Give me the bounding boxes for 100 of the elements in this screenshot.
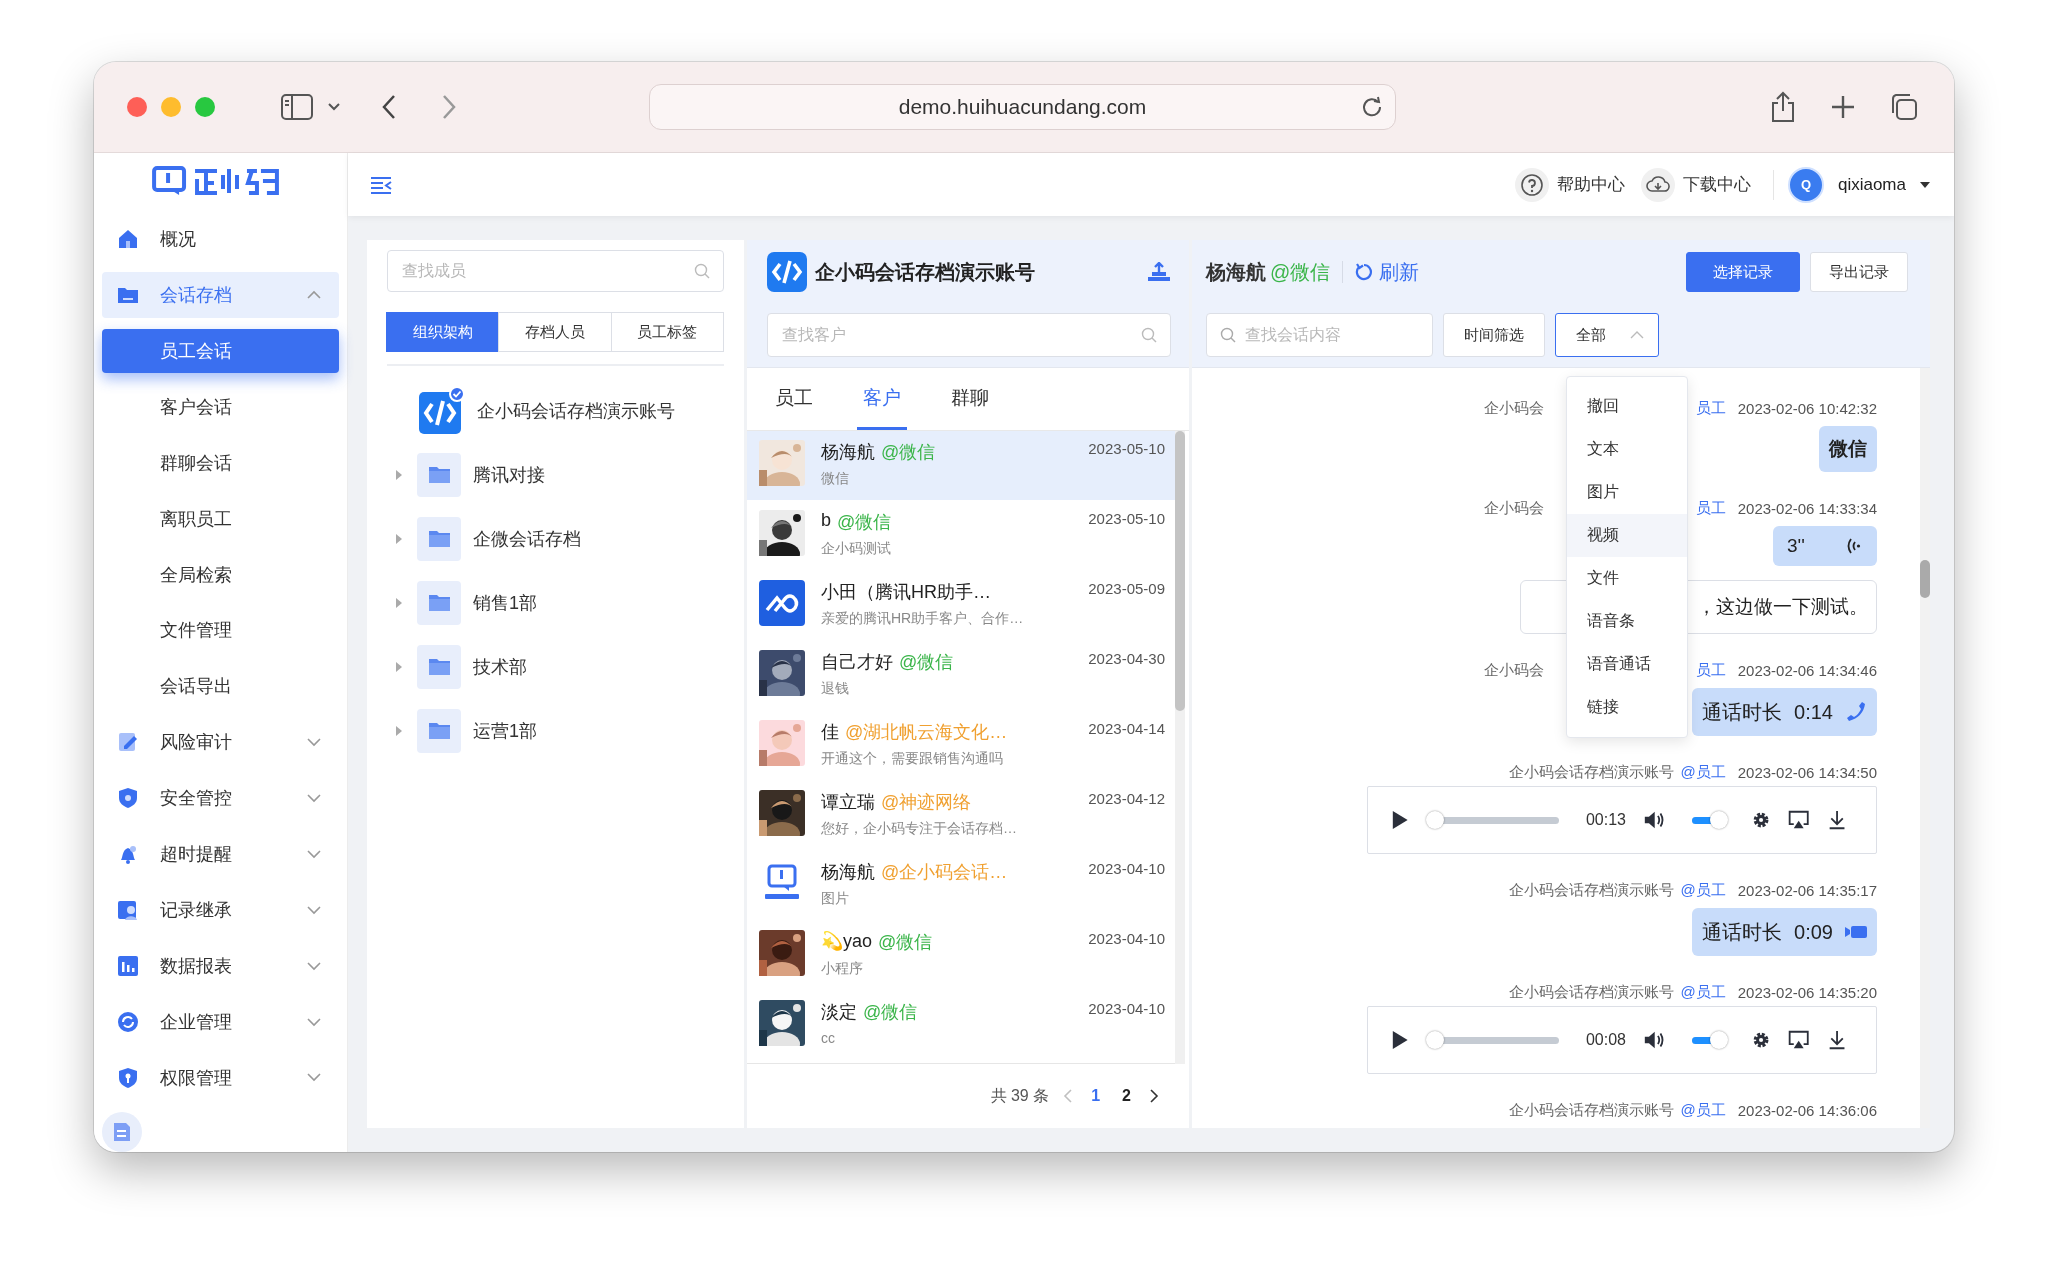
- tree-item[interactable]: 企小码会话存档演示账号: [477, 399, 675, 423]
- tree-item[interactable]: 销售1部: [473, 591, 537, 615]
- conversation-date: 2023-05-10: [1088, 440, 1165, 457]
- dropdown-option[interactable]: 链接: [1567, 686, 1687, 729]
- caret-right-icon[interactable]: [395, 598, 403, 608]
- dropdown-option[interactable]: 撤回: [1567, 385, 1687, 428]
- conversation-item[interactable]: 佳 @湖北帆云海文化… 开通这个，需要跟销售沟通吗 2023-04-14: [747, 711, 1175, 780]
- download-icon[interactable]: [1827, 808, 1846, 832]
- sidebar-item[interactable]: 数据报表: [102, 943, 339, 990]
- close-window-button[interactable]: [127, 97, 147, 117]
- volume-icon[interactable]: [1644, 1029, 1666, 1051]
- help-icon[interactable]: [1514, 167, 1549, 202]
- app-logo-icon: [759, 580, 805, 626]
- segment-tab[interactable]: 组织架构: [386, 312, 500, 352]
- caret-right-icon[interactable]: [395, 726, 403, 736]
- segment-tab[interactable]: 员工标签: [610, 312, 724, 352]
- customer-search-field[interactable]: 查找客户: [767, 313, 1171, 357]
- tab[interactable]: 员工: [769, 368, 819, 430]
- back-icon[interactable]: [381, 94, 397, 120]
- sidebar-subitem[interactable]: 文件管理: [102, 608, 339, 653]
- tree-item[interactable]: 运营1部: [473, 719, 537, 743]
- type-select[interactable]: 全部: [1555, 313, 1659, 357]
- dropdown-option[interactable]: 视频: [1567, 514, 1687, 557]
- message-preview: 亲爱的腾讯HR助手客户、合作…: [821, 610, 1025, 628]
- sidebar-item[interactable]: 会话存档: [102, 271, 339, 318]
- conversation-item[interactable]: 杨海航 @微信 微信 2023-05-10: [747, 431, 1175, 500]
- sidebar-subitem[interactable]: 员工会话: [102, 328, 339, 373]
- refresh-button[interactable]: 刷新: [1355, 258, 1420, 286]
- export-records-button[interactable]: 导出记录: [1810, 252, 1908, 292]
- upload-icon[interactable]: [1147, 262, 1171, 282]
- source-tag: @微信: [837, 510, 892, 534]
- message-bubble: 微信: [1819, 426, 1877, 472]
- sidebar-item[interactable]: 概况: [102, 215, 339, 262]
- dropdown-option[interactable]: 语音通话: [1567, 643, 1687, 686]
- member-search-field[interactable]: 查找成员: [387, 250, 724, 292]
- conversation-item[interactable]: 谭立瑞 @神迹网络 您好，企小码专注于会话存档… 2023-04-12: [747, 781, 1175, 850]
- page-number[interactable]: 1: [1087, 1087, 1105, 1105]
- document-icon[interactable]: [102, 1111, 142, 1152]
- caret-right-icon[interactable]: [395, 662, 403, 672]
- sidebar-item[interactable]: 超时提醒: [102, 831, 339, 878]
- play-icon[interactable]: [1392, 1028, 1409, 1052]
- tab[interactable]: 群聊: [945, 368, 995, 430]
- bar-chart-icon: [116, 954, 140, 979]
- download-center-link[interactable]: 下载中心: [1682, 173, 1751, 196]
- sidebar-subitem[interactable]: 会话导出: [102, 664, 339, 709]
- dropdown-option[interactable]: 图片: [1567, 471, 1687, 514]
- next-page-icon[interactable]: [1149, 1089, 1159, 1103]
- chat-search-field[interactable]: 查找会话内容: [1206, 313, 1433, 357]
- scrollbar[interactable]: [1175, 431, 1185, 711]
- sidebar-item[interactable]: 权限管理: [102, 1055, 339, 1101]
- sidebar-item[interactable]: 企业管理: [102, 999, 339, 1045]
- contact-name: 小田（腾讯HR助手…: [821, 581, 991, 604]
- user-avatar[interactable]: Q: [1787, 166, 1824, 203]
- reload-icon[interactable]: [1361, 96, 1383, 118]
- sidebar-toggle-icon[interactable]: [281, 94, 313, 120]
- account-title: 企小码会话存档演示账号: [815, 259, 1035, 285]
- sidebar-item[interactable]: 安全管控: [102, 775, 339, 822]
- caret-right-icon[interactable]: [395, 534, 403, 544]
- conversation-item[interactable]: b @微信 企小码测试 2023-05-10: [747, 501, 1175, 570]
- tree-item[interactable]: 腾讯对接: [473, 463, 545, 487]
- volume-icon[interactable]: [1644, 809, 1666, 831]
- sidebar-subitem[interactable]: 客户会话: [102, 384, 339, 429]
- sidebar-item[interactable]: 风险审计: [102, 719, 339, 766]
- voice-message[interactable]: 3'': [1773, 526, 1877, 566]
- contact-name: 杨海航: [821, 441, 875, 464]
- page-number[interactable]: 2: [1118, 1087, 1135, 1105]
- caret-icon[interactable]: [1920, 181, 1930, 188]
- contact-card-icon: [116, 898, 140, 923]
- play-icon[interactable]: [1392, 808, 1409, 832]
- forward-icon[interactable]: [441, 94, 457, 120]
- user-name[interactable]: qixiaoma: [1837, 174, 1906, 195]
- sidebar-subitem[interactable]: 群聊会话: [102, 440, 339, 485]
- chevron-down-icon[interactable]: [327, 102, 341, 112]
- scrollbar[interactable]: [1920, 560, 1930, 598]
- sidebar-subitem[interactable]: 全局检索: [102, 552, 339, 597]
- sidebar-subitem[interactable]: 离职员工: [102, 496, 339, 541]
- conversation-item[interactable]: 自己才好 @微信 退钱 2023-04-30: [747, 641, 1175, 710]
- cloud-download-icon[interactable]: [1640, 167, 1675, 202]
- source-tag: @微信: [899, 650, 954, 674]
- caret-right-icon[interactable]: [395, 470, 403, 480]
- share-icon[interactable]: [1770, 91, 1796, 123]
- conversation-item[interactable]: 小田（腾讯HR助手… 亲爱的腾讯HR助手客户、合作… 2023-05-09: [747, 571, 1175, 640]
- tree-item[interactable]: 企微会话存档: [473, 527, 581, 551]
- conversation-item[interactable]: 淡定 @微信 cc 2023-04-10: [747, 991, 1175, 1060]
- segment-tab[interactable]: 存档人员: [498, 312, 612, 352]
- address-bar[interactable]: demo.huihuacundang.com: [649, 84, 1396, 130]
- help-center-link[interactable]: 帮助中心: [1556, 173, 1625, 196]
- dropdown-option[interactable]: 文本: [1567, 428, 1687, 471]
- conversation-item[interactable]: 杨海航 @企小码会话… 图片 2023-04-10: [747, 851, 1175, 920]
- menu-collapse-icon[interactable]: [370, 175, 392, 194]
- tree-item[interactable]: 技术部: [473, 655, 527, 679]
- download-icon[interactable]: [1827, 1028, 1846, 1052]
- new-tab-icon[interactable]: [1830, 94, 1856, 120]
- conversation-item[interactable]: 💫yao @微信 小程序 2023-04-10: [747, 921, 1175, 990]
- sidebar-item[interactable]: 记录继承: [102, 887, 339, 934]
- time-filter-button[interactable]: 时间筛选: [1443, 313, 1545, 357]
- source-tag: @微信: [863, 1000, 918, 1024]
- search-icon[interactable]: [1220, 327, 1236, 343]
- select-records-button[interactable]: 选择记录: [1686, 252, 1800, 292]
- tabs-overview-icon[interactable]: [1890, 93, 1918, 121]
